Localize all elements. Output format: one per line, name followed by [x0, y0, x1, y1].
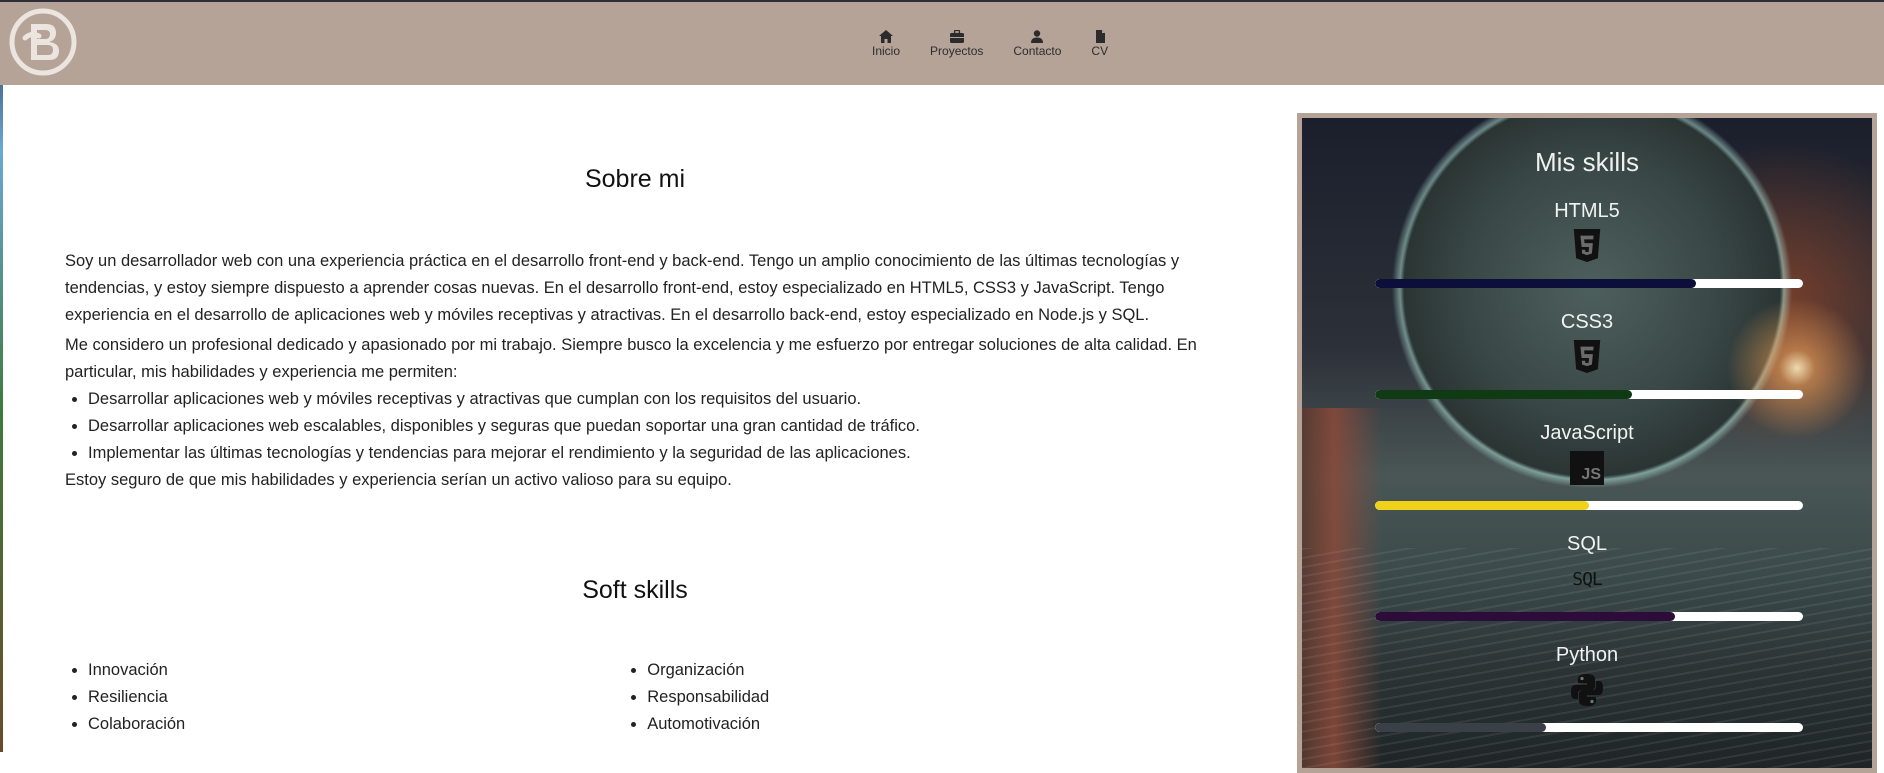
- skills-panel: Mis skills HTML5 CSS3 JavaScript JS SQL …: [1297, 113, 1877, 773]
- skill-level-fill: [1375, 501, 1589, 510]
- list-item: Desarrollar aplicaciones web y móviles r…: [88, 386, 1205, 413]
- css3-icon: [1570, 340, 1604, 374]
- list-item: Desarrollar aplicaciones web escalables,…: [88, 413, 1205, 440]
- nav-item-cv[interactable]: CV: [1091, 30, 1108, 58]
- skill-level-bar: [1375, 279, 1803, 288]
- about-closing: Estoy seguro de que mis habilidades y ex…: [65, 471, 732, 489]
- nav-label: Contacto: [1013, 44, 1062, 58]
- list-item: Implementar las últimas tecnologías y te…: [88, 440, 1205, 467]
- skill-name: CSS3: [1560, 311, 1614, 333]
- nav-label: CV: [1091, 44, 1109, 58]
- soft-skills-right: Organización Responsabilidad Automotivac…: [624, 657, 1205, 738]
- skill-level-bar: [1375, 501, 1803, 510]
- list-item: Innovación: [88, 657, 624, 684]
- skill-level-bar: [1375, 723, 1803, 732]
- skill-level-fill: [1375, 390, 1632, 399]
- skill-name: Python: [1555, 644, 1619, 666]
- skill-python: Python: [1302, 642, 1872, 732]
- skill-level-fill: [1375, 612, 1675, 621]
- python-icon: [1570, 673, 1604, 707]
- logo-icon: [9, 8, 77, 76]
- about-section: Soy un desarrollador web con una experie…: [65, 248, 1205, 494]
- home-icon: [879, 30, 893, 43]
- skill-level-bar: [1375, 390, 1803, 399]
- soft-skills-title: Soft skills: [582, 576, 688, 604]
- about-title: Sobre mi: [584, 165, 686, 193]
- briefcase-icon: [949, 30, 964, 43]
- skill-css3: CSS3: [1302, 309, 1872, 399]
- sql-icon-text: SQL: [1572, 568, 1602, 590]
- background-edge: [0, 0, 3, 752]
- nav-label: Inicio: [872, 44, 901, 58]
- skill-name: SQL: [1566, 533, 1608, 555]
- list-item: Colaboración: [88, 711, 624, 738]
- nav-label: Proyectos: [930, 44, 984, 58]
- file-icon: [1095, 30, 1105, 43]
- list-item: Resiliencia: [88, 684, 624, 711]
- skills-title: Mis skills: [1535, 147, 1639, 177]
- skill-level-bar: [1375, 612, 1803, 621]
- about-list: Desarrollar aplicaciones web y móviles r…: [65, 386, 1205, 467]
- skill-name: HTML5: [1554, 200, 1620, 222]
- list-item: Automotivación: [647, 711, 1205, 738]
- soft-skills-list: Innovación Resiliencia Colaboración Orga…: [65, 657, 1205, 738]
- javascript-icon: JS: [1570, 451, 1604, 485]
- sql-icon: SQL: [1570, 562, 1604, 596]
- logo[interactable]: [9, 8, 77, 76]
- top-navbar: Inicio Proyectos Contacto CV: [0, 0, 1884, 85]
- user-icon: [1031, 30, 1044, 43]
- list-item: Responsabilidad: [647, 684, 1205, 711]
- list-item: Organización: [647, 657, 1205, 684]
- html5-icon: [1570, 229, 1604, 263]
- skill-level-fill: [1375, 279, 1696, 288]
- skill-sql: SQL SQL: [1302, 531, 1872, 621]
- skill-html5: HTML5: [1302, 198, 1872, 288]
- nav-item-contacto[interactable]: Contacto: [1013, 30, 1061, 58]
- nav-item-inicio[interactable]: Inicio: [872, 30, 900, 58]
- about-paragraph-1: Soy un desarrollador web con una experie…: [65, 252, 1180, 324]
- about-paragraph-2: Me considero un profesional dedicado y a…: [65, 336, 1197, 381]
- skill-level-fill: [1375, 723, 1547, 732]
- soft-skills-left: Innovación Resiliencia Colaboración: [65, 657, 624, 738]
- skill-name: JavaScript: [1540, 422, 1634, 444]
- nav-item-proyectos[interactable]: Proyectos: [930, 30, 983, 58]
- skill-javascript: JavaScript JS: [1302, 420, 1872, 510]
- javascript-icon-text: JS: [1570, 451, 1604, 485]
- main-nav: Inicio Proyectos Contacto CV: [872, 30, 1138, 58]
